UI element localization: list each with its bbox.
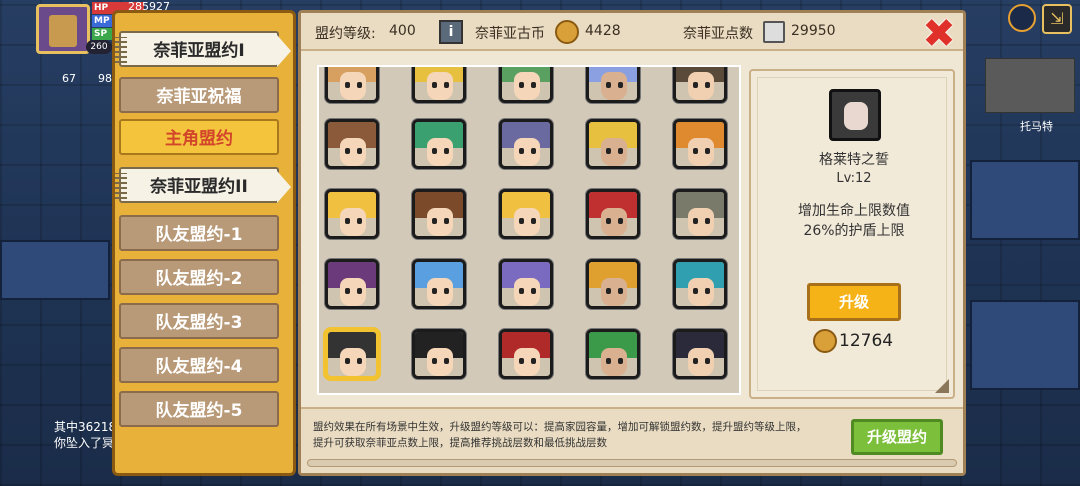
pact-portrait[interactable]	[325, 189, 379, 239]
tab-teammate-pact-4[interactable]: 队友盟约-4	[119, 347, 279, 383]
tab-teammate-pact-3[interactable]: 队友盟约-3	[119, 303, 279, 339]
pact-panel: 盟约等级: 400 i 奈菲亚古币 4428 奈菲亚点数 29950 格莱特之誓…	[298, 10, 966, 476]
pact-level: Lv:12	[836, 171, 872, 186]
pact-portrait[interactable]	[673, 259, 727, 309]
pact-portrait-grid	[317, 65, 741, 395]
scene-wall	[970, 300, 1080, 390]
level-badge: 260	[86, 40, 112, 54]
pact-portrait[interactable]	[325, 259, 379, 309]
footer-description: 盟约效果在所有场景中生效，升级盟约等级可以：提高家园容量，增加可解锁盟约数，提升…	[313, 421, 807, 449]
globe-icon[interactable]	[1008, 4, 1036, 32]
footer-bar: 盟约效果在所有场景中生效，升级盟约等级可以：提高家园容量，增加可解锁盟约数，提升…	[301, 407, 963, 473]
coin-icon	[555, 20, 579, 44]
upgrade-pact-button[interactable]: 升级盟约	[851, 419, 943, 455]
pact-portrait[interactable]	[586, 259, 640, 309]
pact-portrait[interactable]	[412, 189, 466, 239]
stat-left: 67	[62, 72, 76, 85]
exit-icon[interactable]: ⇲	[1042, 4, 1072, 34]
coin-icon	[813, 329, 837, 353]
pact-portrait[interactable]	[673, 329, 727, 379]
pact-portrait[interactable]	[412, 67, 466, 103]
pact-portrait[interactable]	[412, 259, 466, 309]
close-icon[interactable]: ✖	[920, 14, 958, 54]
pact-portrait[interactable]	[499, 329, 553, 379]
pact-name: 格莱特之誓	[819, 152, 889, 168]
top-bar: 盟约等级: 400 i 奈菲亚古币 4428 奈菲亚点数 29950	[301, 13, 963, 51]
scene-wall	[0, 240, 110, 300]
points-card-icon	[763, 21, 785, 43]
npc-name: 托马特	[1020, 120, 1053, 133]
stat-right: 98	[98, 72, 112, 85]
pact-portrait[interactable]	[586, 119, 640, 169]
pact-portrait[interactable]	[499, 259, 553, 309]
info-icon[interactable]: i	[439, 20, 463, 44]
tab-sidebar: 奈菲亚盟约I 奈菲亚祝福 主角盟约 奈菲亚盟约II 队友盟约-1 队友盟约-2 …	[112, 10, 296, 476]
pact-portrait[interactable]	[499, 189, 553, 239]
tab-hero-pact[interactable]: 主角盟约	[119, 119, 279, 155]
points-value: 29950	[791, 23, 836, 39]
pact-portrait[interactable]	[412, 329, 466, 379]
pact-detail: 格莱特之誓 Lv:12 增加生命上限数值 26%的护盾上限 升级 12764	[749, 69, 955, 399]
chat-line: 你坠入了冥	[54, 436, 115, 450]
pact-portrait[interactable]	[673, 189, 727, 239]
tab-teammate-pact-5[interactable]: 队友盟约-5	[119, 391, 279, 427]
pact-portrait[interactable]	[586, 189, 640, 239]
tab-nephia-pact-1[interactable]: 奈菲亚盟约I	[115, 31, 291, 67]
pact-portrait[interactable]	[325, 119, 379, 169]
pact-portrait[interactable]	[673, 67, 727, 103]
chat-line: 其中36218	[54, 420, 117, 434]
tab-nephia-blessing[interactable]: 奈菲亚祝福	[119, 77, 279, 113]
points-label: 奈菲亚点数	[683, 26, 753, 42]
pact-level-label: 盟约等级:	[315, 26, 376, 42]
pact-portrait[interactable]	[586, 329, 640, 379]
upgrade-cost: 12764	[839, 331, 894, 351]
minimap[interactable]	[985, 58, 1075, 113]
pact-progress-bar	[307, 459, 957, 467]
player-avatar[interactable]	[36, 4, 90, 54]
pact-portrait[interactable]	[673, 119, 727, 169]
upgrade-button[interactable]: 升级	[807, 283, 901, 321]
pact-portrait[interactable]	[325, 329, 379, 379]
coin-label: 奈菲亚古币	[475, 26, 545, 42]
pact-portrait[interactable]	[499, 67, 553, 103]
pact-description: 增加生命上限数值 26%的护盾上限	[798, 203, 910, 239]
pact-portrait[interactable]	[499, 119, 553, 169]
coin-value: 4428	[585, 23, 621, 39]
scene-wall	[970, 160, 1080, 240]
pact-portrait[interactable]	[586, 67, 640, 103]
selected-pact-icon	[829, 89, 881, 141]
pact-portrait[interactable]	[325, 67, 379, 103]
pact-level-value: 400	[389, 23, 416, 39]
tab-nephia-pact-2[interactable]: 奈菲亚盟约II	[115, 167, 291, 203]
pact-portrait[interactable]	[412, 119, 466, 169]
tab-teammate-pact-1[interactable]: 队友盟约-1	[119, 215, 279, 251]
tab-teammate-pact-2[interactable]: 队友盟约-2	[119, 259, 279, 295]
